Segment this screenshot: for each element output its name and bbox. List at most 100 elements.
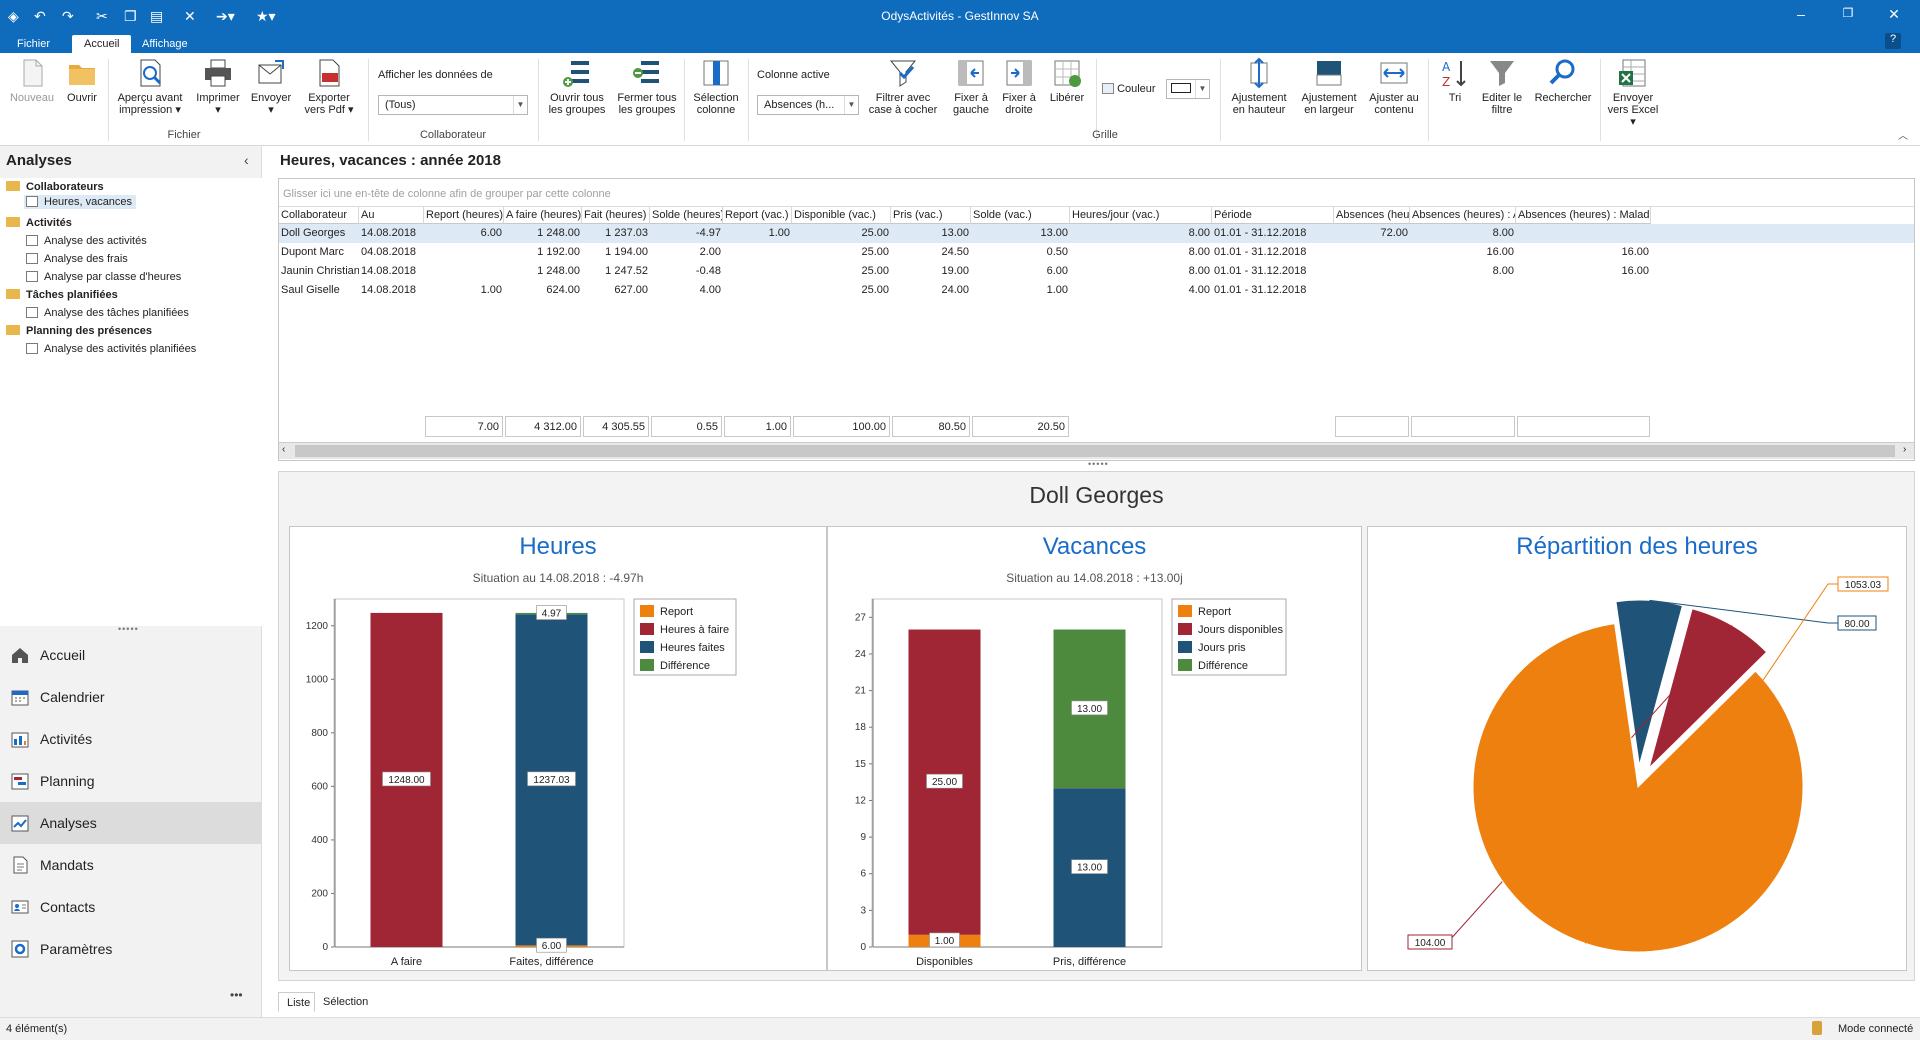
table-cell[interactable]: 72.00 xyxy=(1334,224,1410,243)
ajust-largeur-button[interactable]: Ajustement en largeur xyxy=(1296,57,1362,116)
table-cell[interactable]: 01.01 - 31.12.2018 xyxy=(1212,262,1334,281)
table-cell[interactable]: 14.08.2018 xyxy=(359,262,424,281)
afficher-donnees-select[interactable]: (Tous) ▼ xyxy=(378,95,528,115)
ajuster-contenu-button[interactable]: Ajuster au contenu xyxy=(1364,57,1424,116)
table-cell[interactable]: 13.00 xyxy=(971,224,1070,243)
table-cell[interactable] xyxy=(424,243,504,262)
table-cell[interactable]: 8.00 xyxy=(1070,262,1212,281)
tree-item-analyse-activites[interactable]: Analyse des activités xyxy=(26,235,147,247)
column-header[interactable]: Solde (heures) xyxy=(650,207,723,224)
ouvrir-groupes-button[interactable]: Ouvrir tous les groupes xyxy=(544,57,610,116)
tree-group-collaborateurs[interactable]: Collaborateurs xyxy=(6,181,104,193)
horizontal-scrollbar[interactable]: ‹ › xyxy=(279,442,1914,459)
table-cell[interactable]: 24.50 xyxy=(891,243,971,262)
table-cell[interactable]: 8.00 xyxy=(1410,224,1516,243)
table-cell[interactable] xyxy=(1410,281,1516,300)
table-cell[interactable] xyxy=(424,262,504,281)
nav-contacts[interactable]: Contacts xyxy=(0,886,262,928)
table-cell[interactable]: Doll Georges xyxy=(279,224,359,243)
table-cell[interactable]: 6.00 xyxy=(424,224,504,243)
nav-analyses[interactable]: Analyses xyxy=(0,802,262,844)
table-cell[interactable]: 25.00 xyxy=(792,281,891,300)
collapse-ribbon-icon[interactable]: ︿ xyxy=(1898,127,1908,142)
more-options-button[interactable]: ••• xyxy=(230,988,243,1002)
fixer-gauche-button[interactable]: Fixer à gauche xyxy=(948,57,994,116)
column-header[interactable]: Absences (heures) : Maladie xyxy=(1516,207,1651,224)
column-header[interactable]: Pris (vac.) xyxy=(891,207,971,224)
minimize-icon[interactable]: – xyxy=(1787,6,1815,22)
tree-item-analyse-frais[interactable]: Analyse des frais xyxy=(26,253,128,265)
table-cell[interactable] xyxy=(1334,243,1410,262)
table-cell[interactable]: Saul Giselle xyxy=(279,281,359,300)
table-cell[interactable] xyxy=(723,262,792,281)
tree-item-heures-vacances[interactable]: Heures, vacances xyxy=(24,195,137,209)
rechercher-button[interactable]: Rechercher xyxy=(1530,57,1596,104)
column-header[interactable]: Absences (heures) : A... xyxy=(1410,207,1516,224)
table-cell[interactable]: 1 248.00 xyxy=(504,224,582,243)
column-header[interactable]: Au xyxy=(359,207,424,224)
apercu-button[interactable]: Aperçu avant impression ▾ xyxy=(114,57,186,116)
tree-group-planning[interactable]: Planning des présences xyxy=(6,325,152,337)
table-cell[interactable]: 16.00 xyxy=(1410,243,1516,262)
table-cell[interactable]: 01.01 - 31.12.2018 xyxy=(1212,243,1334,262)
table-cell[interactable]: 624.00 xyxy=(504,281,582,300)
table-cell[interactable]: 24.00 xyxy=(891,281,971,300)
table-cell[interactable]: 627.00 xyxy=(582,281,650,300)
envoyer-excel-button[interactable]: Envoyer vers Excel ▾ xyxy=(1604,57,1662,128)
close-icon[interactable]: ✕ xyxy=(1880,6,1908,23)
table-cell[interactable] xyxy=(723,281,792,300)
table-cell[interactable]: 1 237.03 xyxy=(582,224,650,243)
ajust-hauteur-button[interactable]: Ajustement en hauteur xyxy=(1226,57,1292,116)
table-cell[interactable]: 16.00 xyxy=(1516,243,1651,262)
column-header[interactable]: Collaborateur xyxy=(279,207,359,224)
table-cell[interactable]: 01.01 - 31.12.2018 xyxy=(1212,281,1334,300)
tab-liste[interactable]: Liste xyxy=(278,992,315,1012)
table-cell[interactable]: Dupont Marc xyxy=(279,243,359,262)
table-cell[interactable]: 14.08.2018 xyxy=(359,281,424,300)
table-cell[interactable]: 19.00 xyxy=(891,262,971,281)
column-header[interactable]: Report (heures) xyxy=(424,207,504,224)
nav-activites[interactable]: Activités xyxy=(0,718,262,760)
colonne-active-select[interactable]: Absences (h... ▼ xyxy=(757,95,859,115)
table-cell[interactable]: 14.08.2018 xyxy=(359,224,424,243)
table-cell[interactable]: 1 247.52 xyxy=(582,262,650,281)
table-cell[interactable] xyxy=(1334,262,1410,281)
nav-accueil[interactable]: Accueil xyxy=(0,634,262,676)
column-header[interactable]: Fait (heures) xyxy=(582,207,650,224)
maximize-icon[interactable]: ❐ xyxy=(1834,6,1862,20)
column-header[interactable]: Report (vac.) xyxy=(723,207,792,224)
table-cell[interactable]: -4.97 xyxy=(650,224,723,243)
column-header[interactable]: A faire (heures) xyxy=(504,207,582,224)
ouvrir-button[interactable]: Ouvrir xyxy=(62,57,102,104)
grid-splitter-handle[interactable]: ••••• xyxy=(1088,459,1109,469)
filtrer-button[interactable]: Filtrer avec case à cocher xyxy=(868,57,938,116)
table-cell[interactable] xyxy=(1516,224,1651,243)
couleur-control[interactable]: Couleur xyxy=(1102,83,1156,95)
column-header[interactable]: Absences (heur... xyxy=(1334,207,1410,224)
table-cell[interactable]: -0.48 xyxy=(650,262,723,281)
table-cell[interactable]: 1.00 xyxy=(971,281,1070,300)
table-cell[interactable]: 1 248.00 xyxy=(504,262,582,281)
table-cell[interactable] xyxy=(1334,281,1410,300)
table-cell[interactable]: 25.00 xyxy=(792,243,891,262)
table-cell[interactable]: 01.01 - 31.12.2018 xyxy=(1212,224,1334,243)
nouveau-button[interactable]: Nouveau xyxy=(6,57,58,104)
imprimer-button[interactable]: Imprimer ▾ xyxy=(192,57,244,116)
column-header[interactable]: Heures/jour (vac.) xyxy=(1070,207,1212,224)
table-cell[interactable]: 25.00 xyxy=(792,262,891,281)
liberer-button[interactable]: Libérer xyxy=(1044,57,1090,104)
table-cell[interactable]: 1 192.00 xyxy=(504,243,582,262)
editer-filtre-button[interactable]: Editer le filtre xyxy=(1478,57,1526,116)
table-cell[interactable]: 04.08.2018 xyxy=(359,243,424,262)
nav-parametres[interactable]: Paramètres xyxy=(0,928,262,970)
tree-item-analyse-activites-planifiees[interactable]: Analyse des activités planifiées xyxy=(26,343,196,355)
table-cell[interactable]: 13.00 xyxy=(891,224,971,243)
table-cell[interactable]: 8.00 xyxy=(1070,243,1212,262)
table-cell[interactable]: 0.50 xyxy=(971,243,1070,262)
selection-colonne-button[interactable]: Sélection colonne xyxy=(690,57,742,116)
couleur-select[interactable]: ▼ xyxy=(1166,79,1210,99)
tab-selection[interactable]: Sélection xyxy=(315,992,375,1012)
tree-item-analyse-taches[interactable]: Analyse des tâches planifiées xyxy=(26,307,189,319)
table-cell[interactable]: 8.00 xyxy=(1070,224,1212,243)
table-cell[interactable]: Jaunin Christian xyxy=(279,262,359,281)
